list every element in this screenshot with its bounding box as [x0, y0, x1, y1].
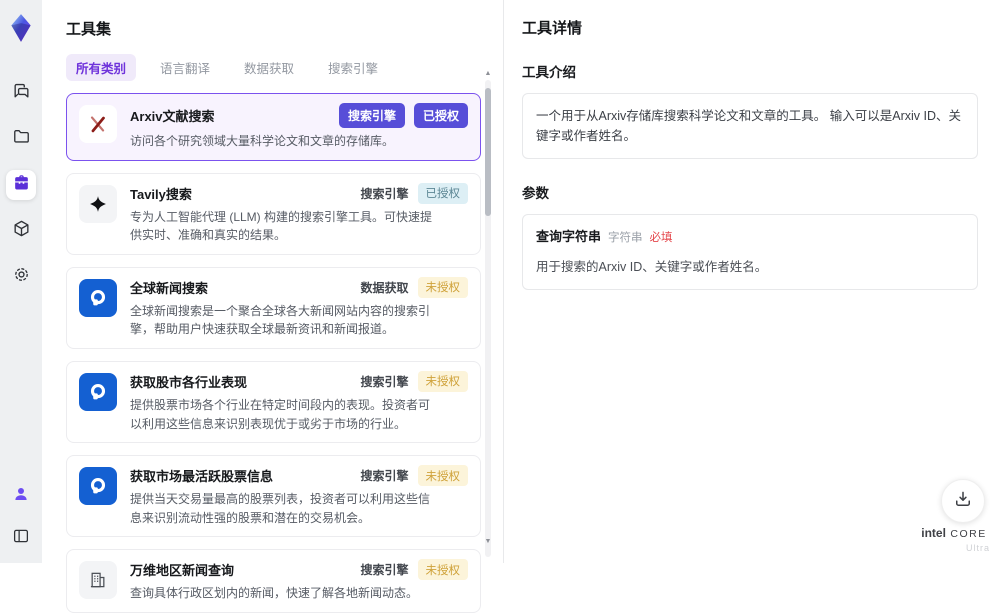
tool-card-5[interactable]: 万维地区新闻查询 搜索引擎 未授权 查询具体行政区划内的新闻，快速了解各地新闻动…: [66, 549, 481, 613]
intro-heading: 工具介绍: [522, 61, 978, 81]
tool-name: Arxiv文献搜索: [130, 106, 215, 125]
tool-card-4[interactable]: 获取市场最活跃股票信息 搜索引擎 未授权 提供当天交易量最高的股票列表，投资者可…: [66, 455, 481, 537]
category-badge: 搜索引擎: [360, 373, 408, 390]
download-button[interactable]: [941, 479, 985, 523]
tool-name: 获取股市各行业表现: [130, 372, 247, 391]
building-icon: [79, 561, 117, 599]
sidebar-item-chat[interactable]: [6, 78, 36, 108]
param-required-badge: 必填: [650, 229, 673, 247]
briefcase-icon: [12, 173, 31, 197]
sidebar-item-account[interactable]: [6, 481, 36, 511]
auth-status-badge: 未授权: [418, 277, 469, 298]
app-logo: [0, 6, 42, 50]
params-heading: 参数: [522, 182, 978, 202]
rail-bottom: [0, 481, 42, 553]
category-badge: 搜索引擎: [360, 185, 408, 202]
brand-intel: intel: [921, 526, 946, 540]
cube-icon: [12, 219, 31, 243]
auth-status-badge: 未授权: [418, 465, 469, 486]
toolset-panel: 工具集 所有类别语言翻译数据获取搜索引擎 Arxiv文献搜索 搜索引擎 已授权 …: [42, 0, 503, 563]
scrollbar-thumb[interactable]: [485, 88, 491, 216]
download-icon: [953, 489, 973, 514]
sidebar-item-models[interactable]: [6, 216, 36, 246]
scroll-up-icon[interactable]: ▲: [484, 70, 492, 77]
param-box: 查询字符串 字符串 必填 用于搜索的Arxiv ID、关键字或作者姓名。: [522, 214, 978, 290]
scroll-down-icon[interactable]: ▼: [484, 538, 492, 545]
gear-icon: [12, 265, 31, 289]
news-globe-icon: [79, 467, 117, 505]
auth-status-badge: 未授权: [418, 371, 469, 392]
category-badge: 搜索引擎: [360, 467, 408, 484]
left-rail: [0, 0, 42, 563]
intel-core-logo: intel CORE Ultra: [918, 524, 990, 553]
tool-name: Tavily搜索: [130, 184, 192, 203]
avatar-icon: [12, 485, 30, 508]
tool-name: 万维地区新闻查询: [130, 560, 234, 579]
detail-title: 工具详情: [522, 17, 978, 38]
sparkle-icon: [79, 185, 117, 223]
folder-icon: [12, 127, 31, 151]
sidebar-item-settings[interactable]: [6, 262, 36, 292]
param-desc: 用于搜索的Arxiv ID、关键字或作者姓名。: [536, 257, 964, 277]
sidebar-item-panel-toggle[interactable]: [6, 523, 36, 553]
category-badge: 数据获取: [360, 279, 408, 296]
tool-detail-panel: 工具详情 工具介绍 一个用于从Arxiv存储库搜索科学论文和文章的工具。 输入可…: [503, 0, 1000, 563]
tab-category-0[interactable]: 所有类别: [66, 54, 136, 81]
tool-name: 全球新闻搜索: [130, 278, 208, 297]
tool-description: 访问各个研究领域大量科学论文和文章的存储库。: [130, 132, 438, 151]
category-badge: 搜索引擎: [360, 561, 408, 578]
tool-description: 提供股票市场各个行业在特定时间段内的表现。投资者可以利用这些信息来识别表现优于或…: [130, 396, 438, 433]
rail-nav: [0, 78, 42, 292]
tool-card-0[interactable]: Arxiv文献搜索 搜索引擎 已授权 访问各个研究领域大量科学论文和文章的存储库…: [66, 93, 481, 161]
tool-description: 提供当天交易量最高的股票列表，投资者可以利用这些信息来识别流动性强的股票和潜在的…: [130, 490, 438, 527]
tool-list: Arxiv文献搜索 搜索引擎 已授权 访问各个研究领域大量科学论文和文章的存储库…: [66, 93, 481, 613]
auth-status-badge: 已授权: [414, 103, 468, 128]
tab-category-2[interactable]: 数据获取: [234, 54, 304, 81]
tool-card-1[interactable]: Tavily搜索 搜索引擎 已授权 专为人工智能代理 (LLM) 构建的搜索引擎…: [66, 173, 481, 255]
auth-status-badge: 未授权: [418, 559, 469, 580]
param-type: 字符串: [608, 229, 643, 247]
tab-category-1[interactable]: 语言翻译: [150, 54, 220, 81]
category-tabs: 所有类别语言翻译数据获取搜索引擎: [66, 54, 479, 81]
scrollbar[interactable]: [485, 80, 491, 557]
page-title: 工具集: [66, 18, 479, 39]
intro-box: 一个用于从Arxiv存储库搜索科学论文和文章的工具。 输入可以是Arxiv ID…: [522, 93, 978, 159]
tool-card-2[interactable]: 全球新闻搜索 数据获取 未授权 全球新闻搜索是一个聚合全球各大新闻网站内容的搜索…: [66, 267, 481, 349]
news-globe-icon: [79, 279, 117, 317]
arxiv-logo-icon: [79, 105, 117, 143]
tool-name: 获取市场最活跃股票信息: [130, 466, 273, 485]
brand-ultra: Ultra: [918, 543, 990, 553]
tool-description: 查询具体行政区划内的新闻，快速了解各地新闻动态。: [130, 584, 438, 603]
category-badge: 搜索引擎: [339, 103, 405, 128]
param-name: 查询字符串: [536, 227, 601, 248]
chat-icon: [12, 81, 31, 105]
news-globe-icon: [79, 373, 117, 411]
tab-category-3[interactable]: 搜索引擎: [318, 54, 388, 81]
tool-description: 专为人工智能代理 (LLM) 构建的搜索引擎工具。可快速提供实时、准确和真实的结…: [130, 208, 438, 245]
sidebar-item-tools[interactable]: [6, 170, 36, 200]
sidebar-item-folder[interactable]: [6, 124, 36, 154]
auth-status-badge: 已授权: [418, 183, 469, 204]
brand-core: CORE: [950, 528, 986, 540]
param-line: 查询字符串 字符串 必填: [536, 227, 964, 248]
panel-toggle-icon: [12, 527, 30, 550]
tool-card-3[interactable]: 获取股市各行业表现 搜索引擎 未授权 提供股票市场各个行业在特定时间段内的表现。…: [66, 361, 481, 443]
tool-description: 全球新闻搜索是一个聚合全球各大新闻网站内容的搜索引擎，帮助用户快速获取全球最新资…: [130, 302, 438, 339]
